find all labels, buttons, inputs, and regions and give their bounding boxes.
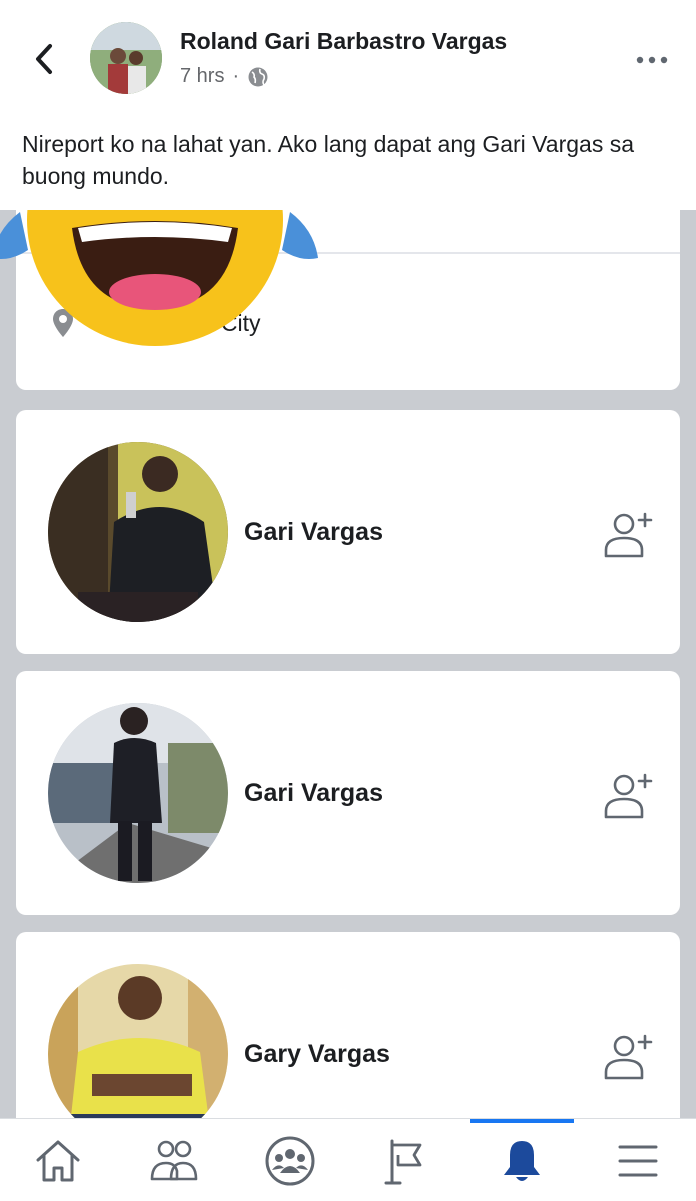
laughing-emoji-sticker bbox=[0, 210, 318, 346]
author-name[interactable]: Roland Gari Barbastro Vargas bbox=[180, 28, 507, 55]
more-options-icon[interactable] bbox=[634, 50, 670, 70]
pages-flag-icon bbox=[384, 1139, 422, 1185]
profile-photo[interactable] bbox=[48, 442, 228, 622]
result-name[interactable]: Gary Vargas bbox=[244, 1040, 390, 1069]
post-text: Nireport ko na lahat yan. Ako lang dapat… bbox=[22, 131, 635, 189]
home-icon bbox=[36, 1140, 80, 1182]
search-result-card[interactable]: Gari Vargas bbox=[16, 410, 680, 654]
add-friend-icon[interactable] bbox=[602, 510, 654, 558]
add-friend-icon[interactable] bbox=[602, 1032, 654, 1080]
search-result-card[interactable]: Gary Vargas bbox=[16, 932, 680, 1118]
author-avatar[interactable] bbox=[90, 22, 162, 94]
result-name[interactable]: Gari Vargas bbox=[244, 779, 383, 808]
notifications-bell-icon bbox=[504, 1141, 540, 1181]
active-tab-indicator bbox=[470, 1119, 574, 1123]
search-result-card[interactable]: Gari Vargas bbox=[16, 671, 680, 915]
menu-icon bbox=[618, 1145, 658, 1177]
tab-groups[interactable] bbox=[262, 1133, 318, 1189]
profile-photo[interactable] bbox=[48, 703, 228, 883]
tab-menu[interactable] bbox=[610, 1133, 666, 1189]
tab-home[interactable] bbox=[30, 1133, 86, 1189]
attached-screenshot[interactable]: Muntinlupa City Gari Vargas bbox=[0, 210, 696, 1118]
tab-notifications[interactable] bbox=[494, 1133, 550, 1189]
post-meta: 7 hrs · bbox=[180, 65, 269, 88]
friends-icon bbox=[150, 1140, 198, 1181]
tab-pages[interactable] bbox=[378, 1133, 434, 1189]
result-name[interactable]: Gari Vargas bbox=[244, 518, 383, 547]
tab-friends[interactable] bbox=[146, 1133, 202, 1189]
post-time[interactable]: 7 hrs bbox=[180, 65, 224, 88]
bottom-tab-bar bbox=[0, 1118, 696, 1201]
meta-separator: · bbox=[232, 65, 240, 87]
post-header: Roland Gari Barbastro Vargas 7 hrs · bbox=[0, 0, 696, 112]
groups-icon bbox=[265, 1136, 315, 1186]
globe-icon bbox=[248, 67, 268, 86]
back-arrow-icon[interactable] bbox=[30, 42, 60, 76]
profile-photo[interactable] bbox=[48, 964, 228, 1118]
add-friend-icon[interactable] bbox=[602, 771, 654, 819]
